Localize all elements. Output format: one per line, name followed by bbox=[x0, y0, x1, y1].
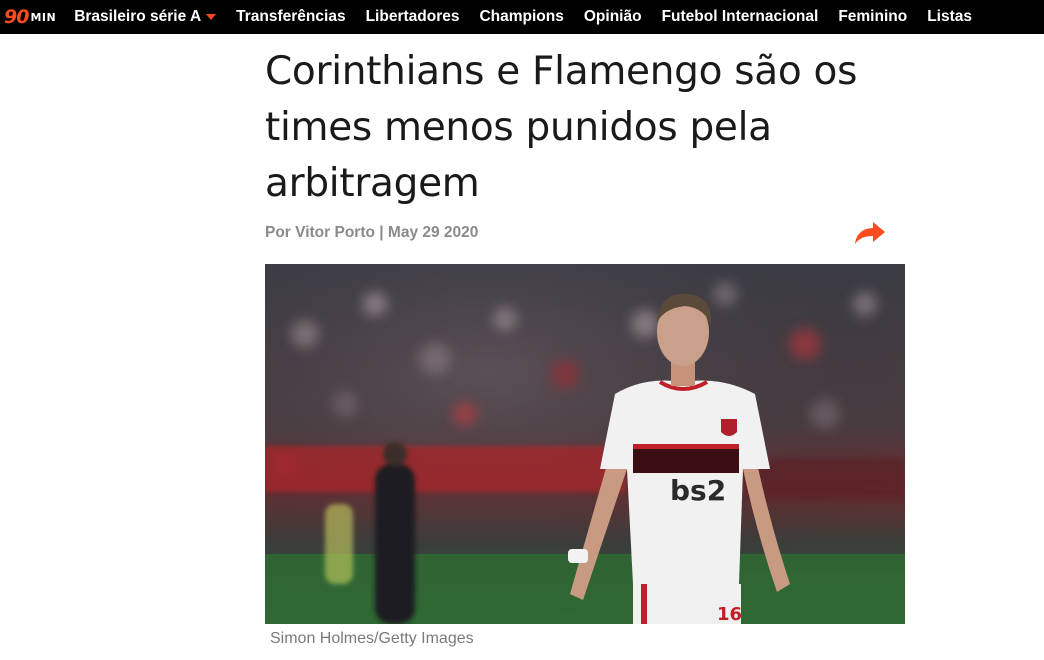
nav-item-transferencias[interactable]: Transferências bbox=[226, 0, 355, 34]
image-caption: Simon Holmes/Getty Images bbox=[270, 630, 474, 647]
nav-item-label: Transferências bbox=[236, 8, 346, 25]
byline-author[interactable]: Por Vitor Porto bbox=[265, 224, 375, 241]
nav-item-label: Futebol Internacional bbox=[661, 8, 819, 25]
article-headline: Corinthians e Flamengo são os times meno… bbox=[265, 49, 858, 206]
nav-item-label: Champions bbox=[479, 8, 564, 25]
nav-item-brasileiro-serie-a[interactable]: Brasileiro série A bbox=[72, 0, 226, 34]
main-menu: Brasileiro série A Transferências Libert… bbox=[72, 0, 982, 34]
byline-separator: | bbox=[379, 224, 384, 241]
nav-item-label: Libertadores bbox=[365, 8, 460, 25]
logo-number: 90 bbox=[4, 6, 29, 28]
nav-item-label: Opinião bbox=[583, 8, 642, 25]
nav-item-label: Feminino bbox=[838, 8, 908, 25]
nav-item-label: Listas bbox=[927, 8, 973, 25]
nav-item-label: Brasileiro série A bbox=[74, 8, 202, 25]
byline-row: Por Vitor Porto | May 29 2020 bbox=[265, 218, 905, 248]
site-logo[interactable]: 90 MIN bbox=[0, 0, 56, 34]
nav-item-libertadores[interactable]: Libertadores bbox=[356, 0, 470, 34]
share-button[interactable] bbox=[853, 218, 887, 248]
article-hero-image: bs2 16 bbox=[265, 264, 905, 624]
byline-date: May 29 2020 bbox=[387, 224, 479, 241]
nav-item-listas[interactable]: Listas bbox=[917, 0, 982, 34]
top-navigation-bar: 90 MIN Brasileiro série A Transferências… bbox=[0, 0, 1044, 34]
nav-item-feminino[interactable]: Feminino bbox=[828, 0, 917, 34]
article-header: Corinthians e Flamengo são os times meno… bbox=[265, 44, 905, 212]
nav-item-futebol-internacional[interactable]: Futebol Internacional bbox=[652, 0, 829, 34]
nav-item-champions[interactable]: Champions bbox=[469, 0, 573, 34]
logo-suffix: MIN bbox=[30, 10, 57, 24]
nav-item-opiniao[interactable]: Opinião bbox=[574, 0, 652, 34]
caret-down-icon bbox=[206, 14, 217, 20]
svg-text:bs2: bs2 bbox=[670, 474, 726, 507]
share-arrow-icon bbox=[855, 222, 885, 244]
svg-text:16: 16 bbox=[717, 604, 742, 624]
player-photo: bs2 16 bbox=[265, 264, 905, 624]
byline: Por Vitor Porto | May 29 2020 bbox=[265, 224, 478, 242]
